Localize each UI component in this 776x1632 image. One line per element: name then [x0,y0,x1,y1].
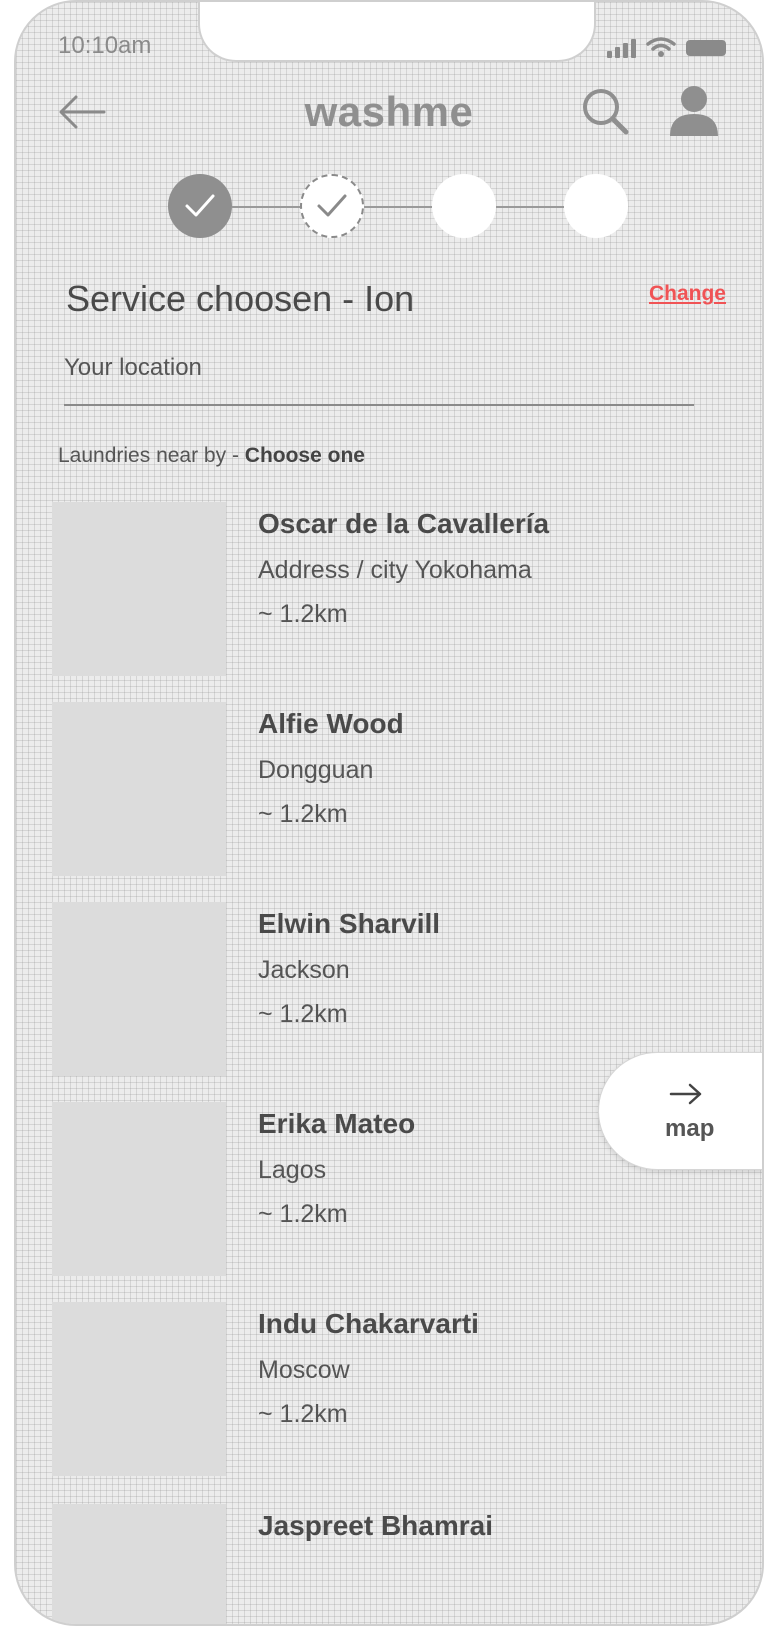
laundry-distance: ~ 1.2km [258,1200,348,1228]
search-icon[interactable] [580,86,630,136]
cellular-signal-icon [607,38,636,58]
service-title: Service choosen - Ion [66,278,415,319]
step-3-pending [432,174,496,238]
step-connector [364,206,432,208]
laundry-address: Dongguan [258,756,374,784]
laundry-item[interactable]: Oscar de la Cavallería Address / city Yo… [52,502,692,678]
map-button-label: map [665,1115,715,1142]
laundry-address: Lagos [258,1156,327,1184]
step-1-complete [168,174,232,238]
top-bar: washme [16,82,762,148]
app-logo: washme [304,88,474,135]
laundry-item[interactable]: Erika Mateo Lagos ~ 1.2km [52,1102,692,1278]
change-service-link[interactable]: Change [649,282,726,306]
status-icons [607,36,726,58]
laundry-image-placeholder [52,502,226,676]
laundry-name: Alfie Wood [258,708,404,739]
nearby-heading-prefix: Laundries near by - [58,444,245,467]
laundry-image-placeholder [52,1302,226,1476]
laundry-image-placeholder [52,702,226,876]
laundry-item[interactable]: Indu Chakarvarti Moscow ~ 1.2km [52,1302,692,1478]
location-placeholder: Your location [64,354,202,381]
battery-icon [686,40,726,56]
laundry-distance: ~ 1.2km [258,600,348,628]
laundry-distance: ~ 1.2km [258,1000,348,1028]
laundry-item[interactable]: Jaspreet Bhamrai [52,1504,692,1624]
nearby-heading: Laundries near by - Choose one [58,444,365,468]
laundry-item[interactable]: Elwin Sharvill Jackson ~ 1.2km [52,902,692,1078]
progress-stepper [168,174,628,240]
nearby-heading-emphasis: Choose one [244,444,365,467]
laundry-name: Elwin Sharvill [258,908,441,939]
step-connector [232,206,300,208]
laundry-address: Address / city Yokohama [258,556,532,584]
laundry-name: Oscar de la Cavallería [258,508,550,539]
step-4-pending [564,174,628,238]
laundry-distance: ~ 1.2km [258,1400,348,1428]
status-time: 10:10am [58,32,152,59]
profile-icon[interactable] [668,84,720,138]
laundry-name: Indu Chakarvarti [258,1308,479,1339]
laundry-name: Erika Mateo [258,1108,416,1139]
check-icon [185,194,215,217]
laundry-name: Jaspreet Bhamrai [258,1510,494,1541]
laundry-image-placeholder [52,1102,226,1276]
device-notch [198,2,596,62]
laundry-image-placeholder [52,902,226,1076]
laundry-distance: ~ 1.2km [258,800,348,828]
arrow-right-icon [669,1083,702,1105]
step-connector [496,206,564,208]
laundry-image-placeholder [52,1504,226,1624]
wifi-icon [646,37,676,57]
phone-frame: 10:10am washme Service choosen - Ion Cha… [14,0,764,1626]
step-2-current [300,174,364,238]
laundry-address: Jackson [258,956,350,984]
check-icon [317,194,347,217]
laundry-address: Moscow [258,1356,350,1384]
map-view-button[interactable]: map [598,1052,762,1170]
laundry-item[interactable]: Alfie Wood Dongguan ~ 1.2km [52,702,692,878]
